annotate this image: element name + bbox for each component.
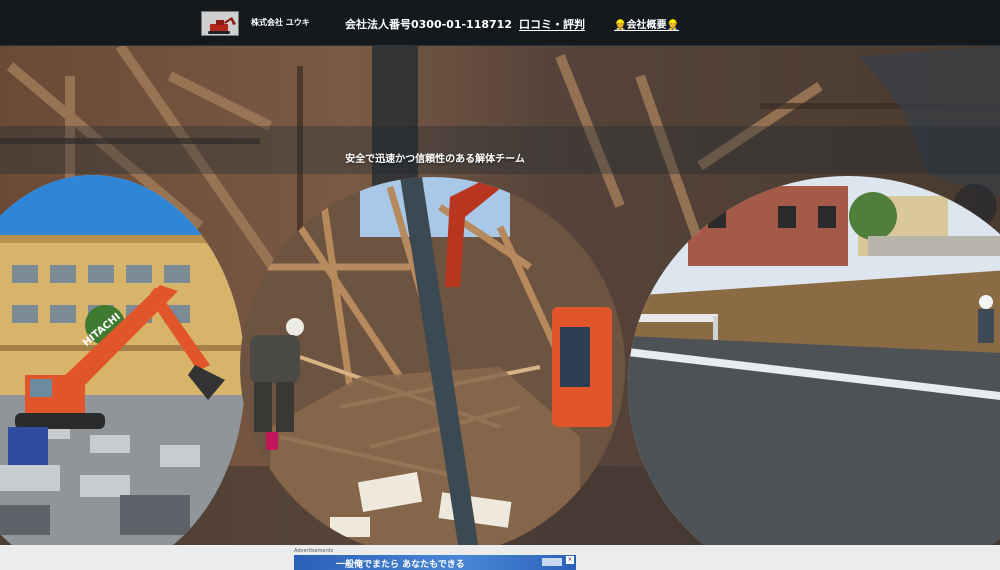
photo-worker-demolition xyxy=(240,177,625,545)
excavator-logo-icon xyxy=(202,12,238,35)
nav-link-reviews[interactable]: 口コミ・評判 xyxy=(519,16,585,32)
advertisement-area: Advertisements 一般俺でまたら あなたもできる × xyxy=(0,545,1000,570)
site-header: 株式会社 ユウキ 会社法人番号0300-01-118712 口コミ・評判 👷会社… xyxy=(0,0,1000,46)
company-name: 株式会社 ユウキ xyxy=(251,18,310,27)
advertisement-banner[interactable]: 一般俺でまたら あなたもできる × xyxy=(294,555,576,570)
company-logo[interactable] xyxy=(201,11,239,36)
nav-link-company-overview[interactable]: 👷会社概要👷 xyxy=(614,16,679,31)
hero-section: 安全で迅速かつ信頼性のある解体チーム HITACHI xyxy=(0,46,1000,545)
advertisement-label: Advertisements xyxy=(294,548,334,554)
hero-tagline: 安全で迅速かつ信頼性のある解体チーム xyxy=(345,154,525,165)
advertisement-thumbnail xyxy=(542,558,562,566)
close-ad-icon[interactable]: × xyxy=(566,556,574,564)
advertisement-text: 一般俺でまたら あなたもできる xyxy=(336,560,465,570)
corporate-registration-number: 会社法人番号0300-01-118712 xyxy=(345,18,512,31)
